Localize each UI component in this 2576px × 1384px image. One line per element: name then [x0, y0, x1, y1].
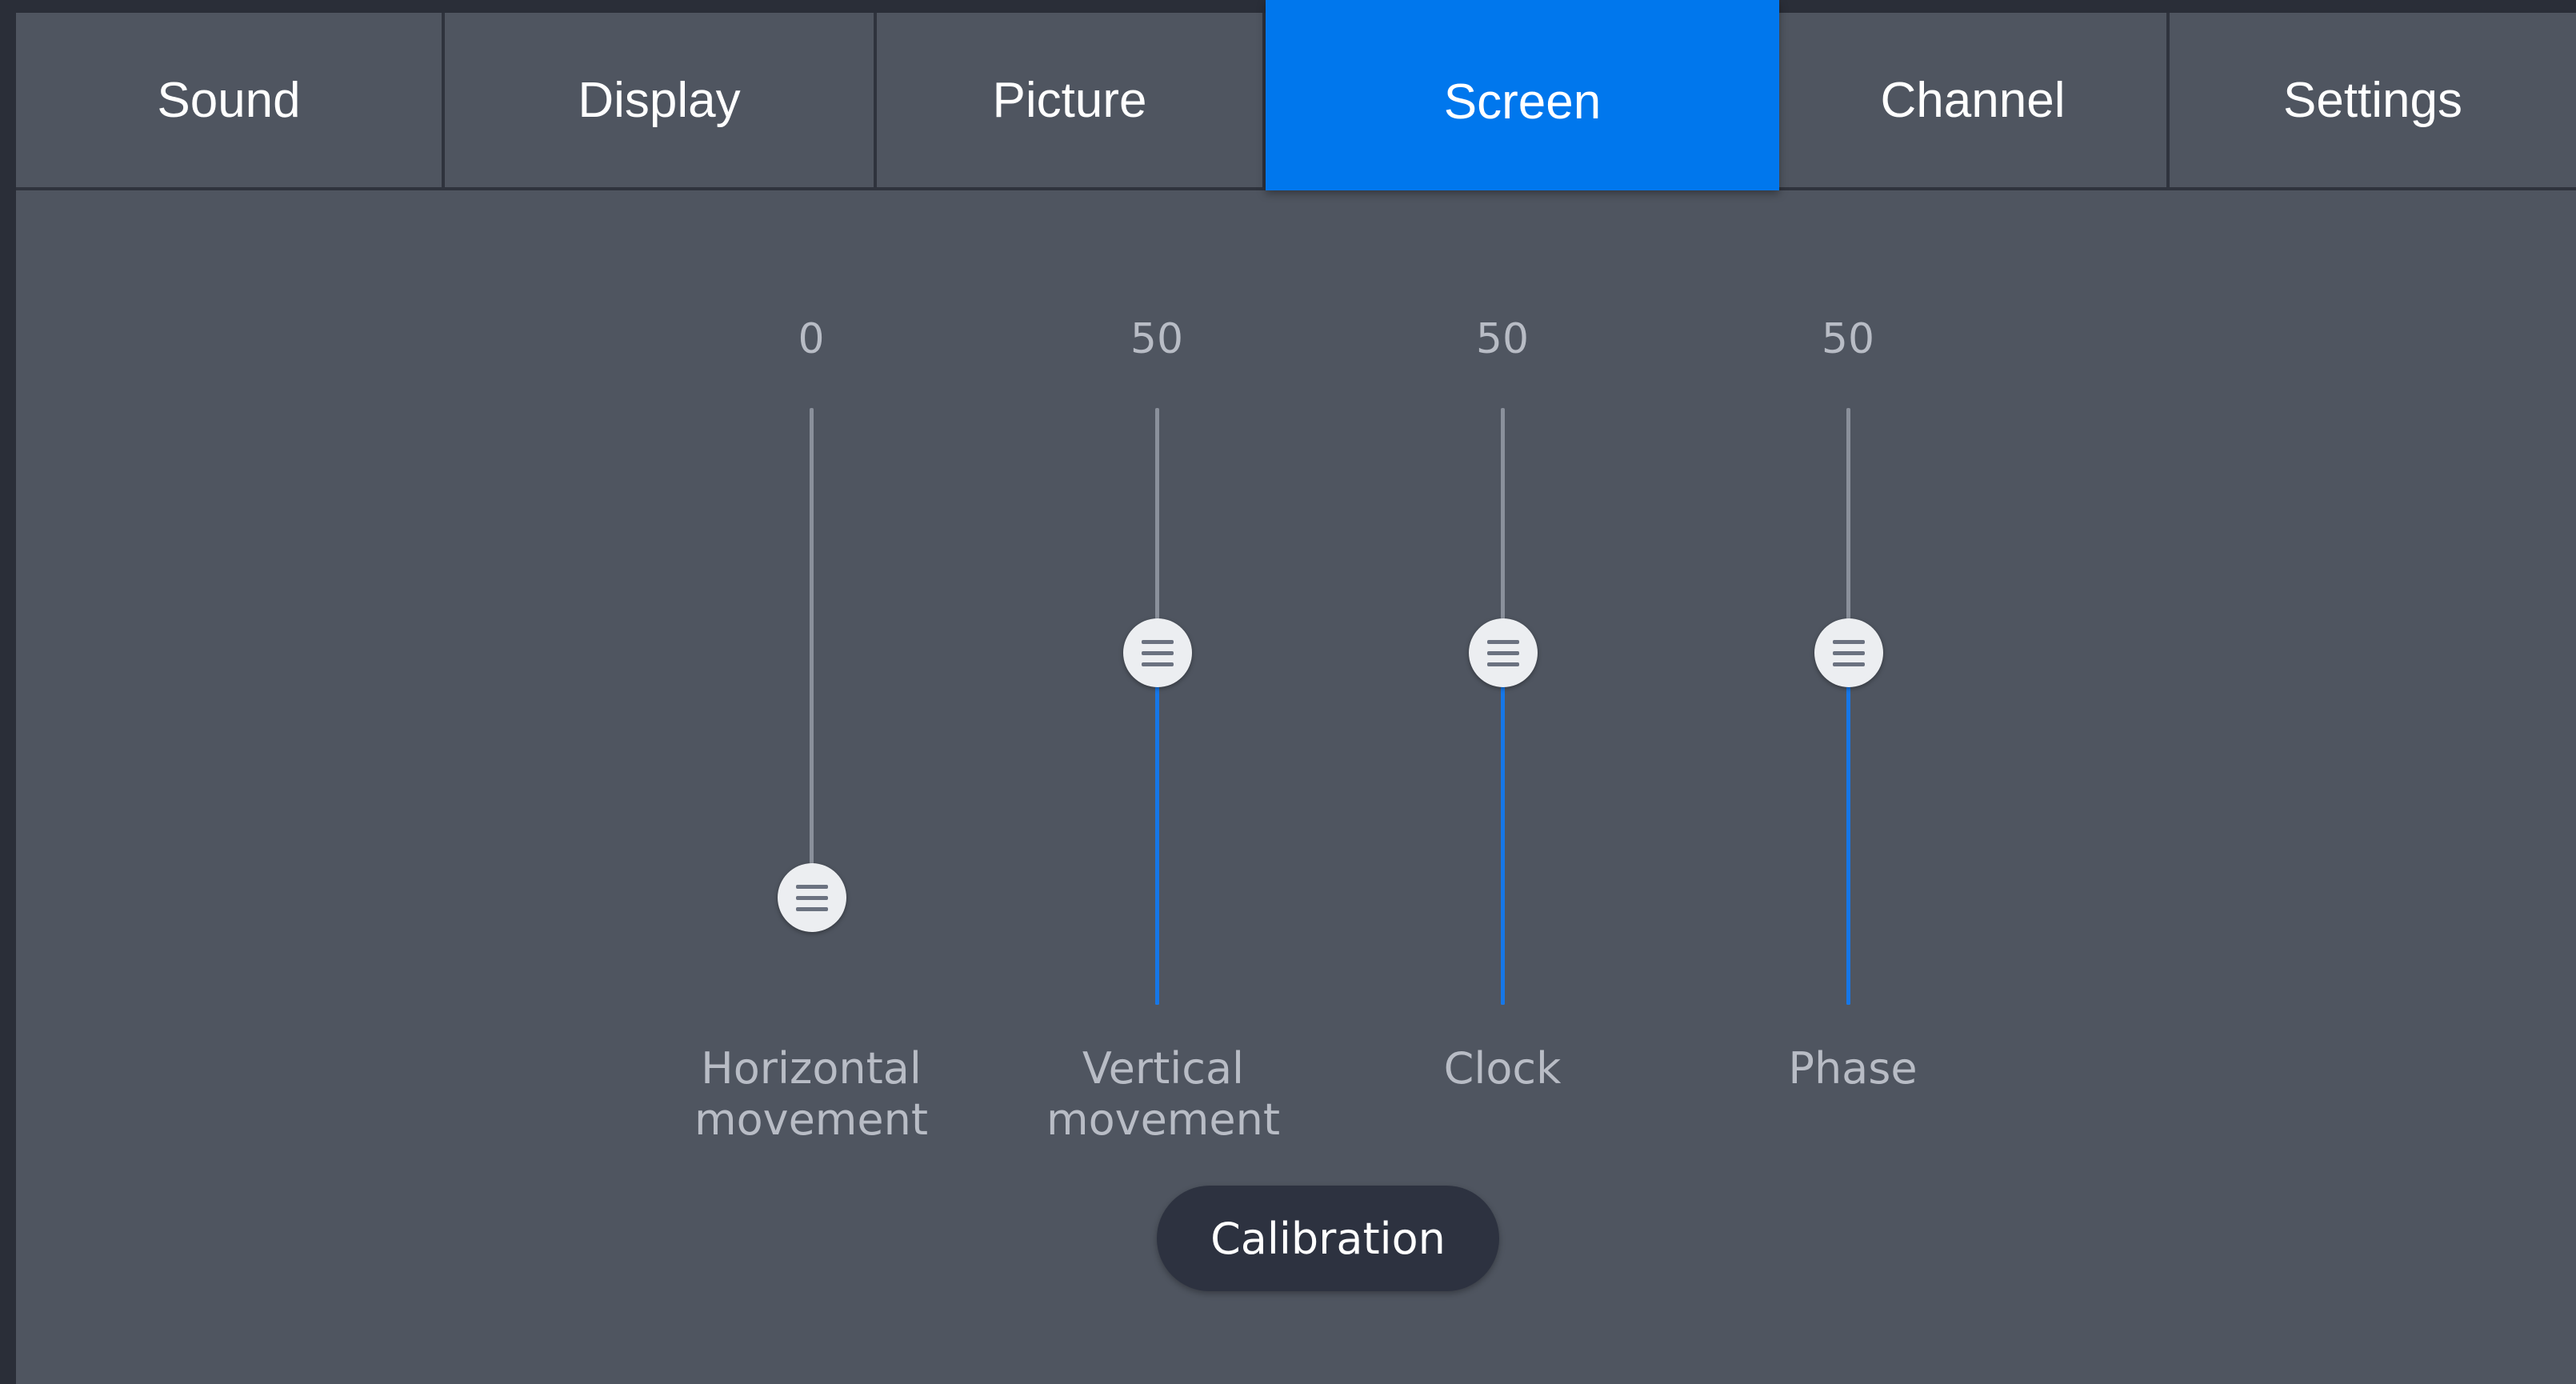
slider-track-fill	[1846, 661, 1850, 1005]
slider-track[interactable]	[1501, 408, 1505, 1005]
slider-label-line2: movement	[1046, 1094, 1281, 1145]
slider-label-line2: movement	[694, 1094, 929, 1145]
drag-handle-icon[interactable]	[1123, 618, 1192, 687]
slider-label-line1: Clock	[1443, 1043, 1562, 1094]
calibration-button[interactable]: Calibration	[1157, 1186, 1499, 1291]
tab-settings[interactable]: Settings	[2170, 13, 2576, 187]
slider-track-fill	[1155, 661, 1159, 1005]
drag-handle-icon[interactable]	[1469, 618, 1538, 687]
drag-handle-icon[interactable]	[778, 863, 846, 932]
tab-channel[interactable]: Channel	[1779, 13, 2170, 187]
tab-bar: Sound Display Picture Screen Channel Set…	[16, 0, 2576, 190]
slider-label-line1: Vertical	[1082, 1043, 1245, 1094]
slider-value: 50	[1475, 315, 1530, 363]
slider-value: 0	[798, 315, 825, 363]
screen-panel: Sound Display Picture Screen Channel Set…	[16, 0, 2576, 1384]
slider-track[interactable]	[810, 408, 814, 922]
slider-label: Phase	[1677, 1043, 2029, 1094]
tab-display[interactable]: Display	[445, 13, 877, 187]
slider-track-fill	[1501, 661, 1505, 1005]
slider-label: Horizontal movement	[635, 1043, 987, 1146]
tab-screen[interactable]: Screen	[1266, 0, 1779, 190]
drag-handle-icon[interactable]	[1814, 618, 1883, 687]
slider-label-line1: Phase	[1788, 1043, 1918, 1094]
slider-track[interactable]	[1846, 408, 1850, 1005]
slider-label-line1: Horizontal	[701, 1043, 922, 1094]
slider-track[interactable]	[1155, 408, 1159, 1005]
tab-sound[interactable]: Sound	[16, 13, 445, 187]
slider-value: 50	[1130, 315, 1184, 363]
slider-label: Clock	[1326, 1043, 1678, 1094]
slider-value: 50	[1821, 315, 1875, 363]
slider-label: Vertical movement	[987, 1043, 1339, 1146]
tab-picture[interactable]: Picture	[877, 13, 1266, 187]
